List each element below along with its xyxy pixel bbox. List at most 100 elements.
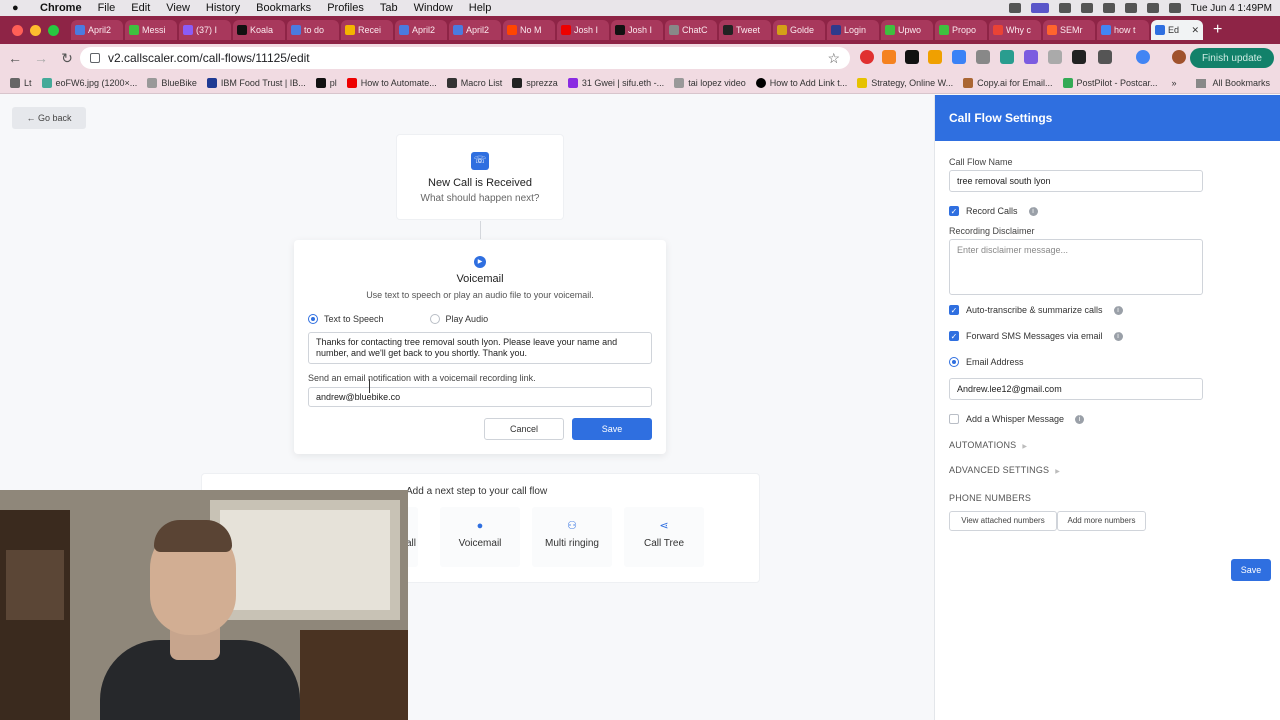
bookmark-item[interactable]: IBM Food Trust | IB... xyxy=(206,77,306,88)
menu-chrome[interactable]: Chrome xyxy=(40,2,82,14)
bookmark-item[interactable]: How to Automate... xyxy=(346,77,437,88)
status-icon[interactable] xyxy=(1058,3,1071,13)
menu-tab[interactable]: Tab xyxy=(380,2,398,14)
play-icon[interactable] xyxy=(1102,3,1115,13)
close-window-button[interactable] xyxy=(12,24,23,36)
save-voicemail-button[interactable]: Save xyxy=(572,418,652,440)
radio-unselected[interactable] xyxy=(429,314,440,324)
shield-icon[interactable] xyxy=(976,50,990,64)
control-center-icon[interactable] xyxy=(1168,3,1181,13)
browser-tab[interactable]: SEMr xyxy=(1043,20,1095,40)
browser-tab[interactable]: April2 xyxy=(395,20,447,40)
finish-update-button[interactable]: Finish update xyxy=(1189,48,1274,68)
browser-tab[interactable]: Upwo xyxy=(881,20,933,40)
reload-icon[interactable]: ↻ xyxy=(56,50,78,67)
info-icon[interactable]: i xyxy=(1075,414,1085,424)
bookmark-item[interactable]: 31 Gwei | sifu.eth -... xyxy=(567,77,664,88)
browser-tab[interactable]: No M xyxy=(503,20,555,40)
menu-profiles[interactable]: Profiles xyxy=(327,2,364,14)
auto-transcribe-checkbox[interactable]: ✓ xyxy=(949,305,959,315)
status-icon[interactable] xyxy=(1080,3,1093,13)
browser-tab[interactable]: Messi xyxy=(125,20,177,40)
email-address-input[interactable]: Andrew.lee12@gmail.com xyxy=(949,378,1203,400)
menu-view[interactable]: View xyxy=(166,2,190,14)
menu-file[interactable]: File xyxy=(98,2,116,14)
browser-tab[interactable]: Josh I xyxy=(557,20,609,40)
browser-tab[interactable]: Why c xyxy=(989,20,1041,40)
browser-tab[interactable]: April2 xyxy=(449,20,501,40)
bookmark-item[interactable]: Lt xyxy=(10,77,32,88)
back-icon[interactable]: ← xyxy=(4,50,26,66)
bookmark-item[interactable]: pl xyxy=(315,77,337,88)
wifi-icon[interactable] xyxy=(1124,3,1137,13)
record-calls-checkbox[interactable]: ✓ xyxy=(949,206,959,216)
text-to-speech-option[interactable]: Text to Speech xyxy=(308,314,384,324)
browser-tab[interactable]: (37) I xyxy=(179,20,231,40)
avatar[interactable] xyxy=(1172,50,1186,64)
bookmark-item[interactable]: BlueBike xyxy=(147,77,197,88)
extension-icon[interactable] xyxy=(1024,50,1038,64)
whisper-message-checkbox[interactable] xyxy=(949,414,959,424)
voicemail-message-textarea[interactable]: Thanks for contacting tree removal south… xyxy=(308,332,652,364)
opera-icon[interactable] xyxy=(860,50,874,64)
bookmark-item[interactable]: sprezza xyxy=(512,77,558,88)
browser-tab[interactable]: Login xyxy=(827,20,879,40)
radio-selected[interactable] xyxy=(308,314,318,324)
add-more-numbers-button[interactable]: Add more numbers xyxy=(1057,511,1146,531)
browser-tab[interactable]: ChatC xyxy=(665,20,717,40)
browser-tab[interactable]: Tweet xyxy=(719,20,771,40)
browser-tab[interactable]: April2 xyxy=(71,20,123,40)
advanced-settings-section[interactable]: ADVANCED SETTINGS ▶ xyxy=(949,465,1060,475)
browser-tab[interactable]: Propo xyxy=(935,20,987,40)
view-attached-numbers-button[interactable]: View attached numbers xyxy=(949,511,1057,531)
step-option-voicemail[interactable]: ● Voicemail xyxy=(440,507,520,567)
extension-icon[interactable] xyxy=(1048,50,1062,64)
bookmark-item[interactable]: Macro List xyxy=(446,77,502,88)
browser-tab[interactable]: Josh I xyxy=(611,20,663,40)
step-option-multi-ringing[interactable]: ⚇ Multi ringing xyxy=(532,507,612,567)
forward-icon[interactable]: → xyxy=(30,50,52,66)
email-address-radio[interactable] xyxy=(949,357,959,367)
go-back-button[interactable]: ← Go back xyxy=(12,107,86,129)
automations-section[interactable]: AUTOMATIONS ▶ xyxy=(949,440,1027,450)
menu-window[interactable]: Window xyxy=(414,2,453,14)
bookmark-item[interactable]: Copy.ai for Email... xyxy=(963,77,1053,88)
browser-tab[interactable]: Koala xyxy=(233,20,285,40)
save-settings-button[interactable]: Save xyxy=(1231,559,1271,581)
more-bookmarks-icon[interactable]: » xyxy=(1171,78,1176,88)
browser-tab[interactable]: Recei xyxy=(341,20,393,40)
close-tab-icon[interactable]: ✕ xyxy=(1191,25,1199,36)
extension-icon[interactable] xyxy=(1072,50,1086,64)
address-bar[interactable]: v2.callscaler.com/call-flows/11125/edit … xyxy=(80,47,850,69)
site-info-icon[interactable] xyxy=(90,53,100,63)
browser-tab[interactable]: Golde xyxy=(773,20,825,40)
extension-icon[interactable] xyxy=(928,50,942,64)
search-icon[interactable] xyxy=(1146,3,1159,13)
k-extension-icon[interactable] xyxy=(952,50,966,64)
google-icon[interactable] xyxy=(1136,50,1150,64)
bookmark-item[interactable]: tai lopez video xyxy=(674,77,746,88)
x-extension-icon[interactable] xyxy=(905,50,919,64)
call-flow-name-input[interactable]: tree removal south lyon xyxy=(949,170,1203,192)
screen-record-icon[interactable] xyxy=(1030,3,1049,13)
browser-tab-active[interactable]: Ed ✕ xyxy=(1151,20,1203,40)
menu-edit[interactable]: Edit xyxy=(131,2,150,14)
new-tab-button[interactable]: + xyxy=(1213,21,1222,39)
browser-tab[interactable]: to do xyxy=(287,20,339,40)
trigger-card[interactable]: ☏ New Call is Received What should happe… xyxy=(397,135,563,219)
info-icon[interactable]: i xyxy=(1113,331,1123,341)
notification-email-input[interactable]: andrew@bluebike.co xyxy=(308,387,652,407)
info-icon[interactable]: i xyxy=(1113,305,1123,315)
bookmark-item[interactable]: How to Add Link t... xyxy=(755,77,847,88)
forward-sms-checkbox[interactable]: ✓ xyxy=(949,331,959,341)
menu-bookmarks[interactable]: Bookmarks xyxy=(256,2,311,14)
minimize-window-button[interactable] xyxy=(30,24,41,36)
bookmark-star-icon[interactable]: ☆ xyxy=(827,50,840,67)
bookmark-item[interactable]: Strategy, Online W... xyxy=(857,77,953,88)
cancel-button[interactable]: Cancel xyxy=(484,418,564,440)
apple-icon[interactable]: ● xyxy=(12,2,26,14)
zoom-window-button[interactable] xyxy=(48,24,59,36)
puzzle-icon[interactable] xyxy=(1098,50,1112,64)
bookmark-item[interactable]: PostPilot - Postcar... xyxy=(1062,77,1158,88)
status-icon[interactable] xyxy=(1008,3,1021,13)
